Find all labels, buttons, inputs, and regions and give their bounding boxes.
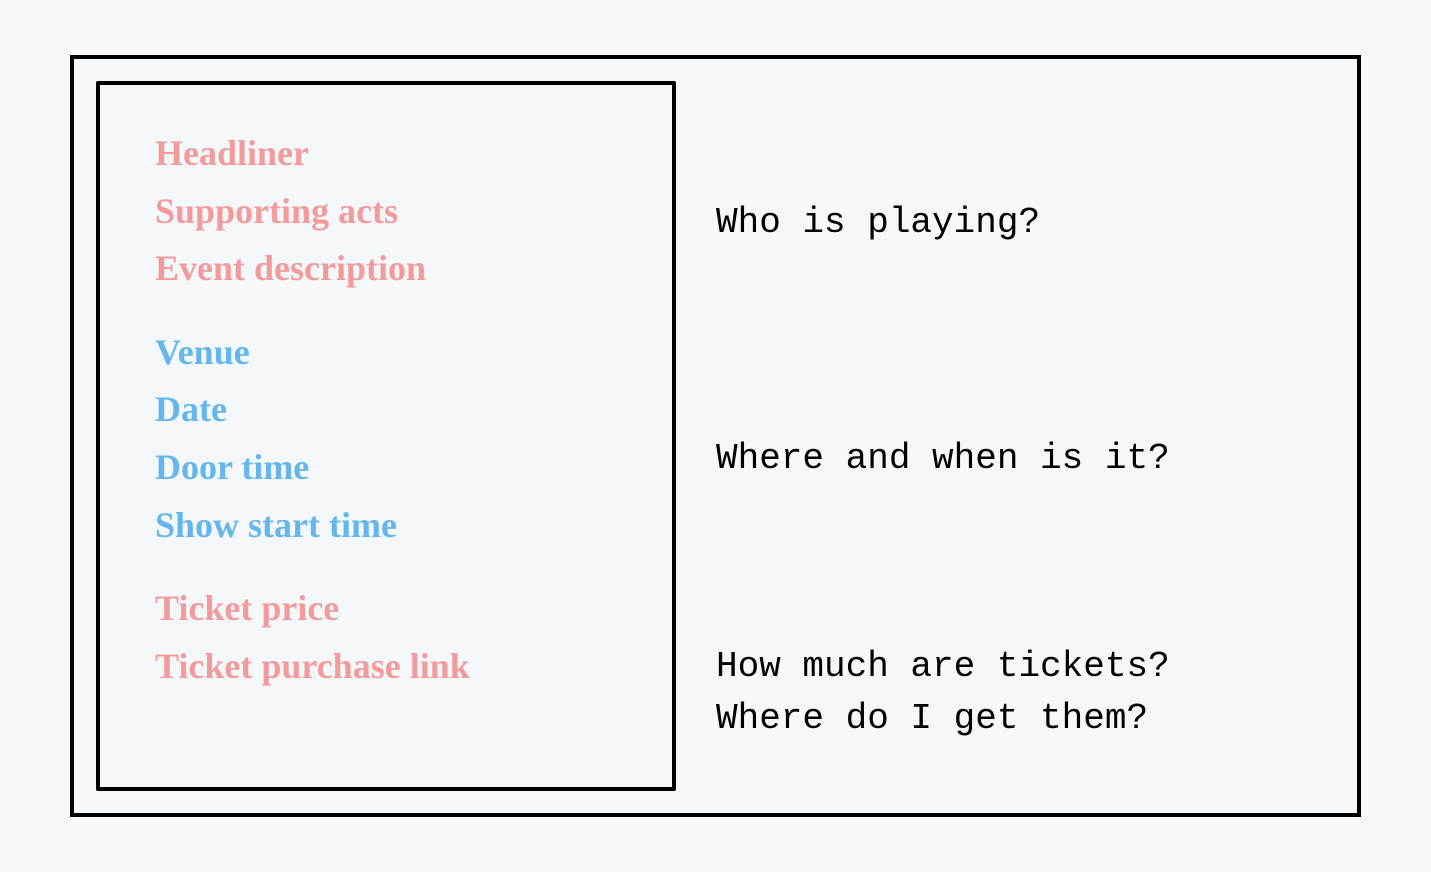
question-where-when: Where and when is it? (716, 433, 1170, 485)
field-door-time: Door time (155, 439, 632, 497)
field-show-start-time: Show start time (155, 497, 632, 555)
field-group-tickets: Ticket price Ticket purchase link (155, 580, 632, 695)
question-tickets-line2: Where do I get them? (716, 693, 1170, 745)
field-ticket-price: Ticket price (155, 580, 632, 638)
field-group-where-when: Venue Date Door time Show start time (155, 324, 632, 554)
question-tickets: How much are tickets? Where do I get the… (716, 641, 1170, 745)
field-date: Date (155, 381, 632, 439)
diagram-container: Headliner Supporting acts Event descript… (70, 55, 1361, 817)
field-ticket-purchase-link: Ticket purchase link (155, 638, 632, 696)
field-group-who: Headliner Supporting acts Event descript… (155, 125, 632, 298)
fields-panel: Headliner Supporting acts Event descript… (96, 81, 676, 791)
question-who: Who is playing? (716, 197, 1040, 249)
question-tickets-line1: How much are tickets? (716, 641, 1170, 693)
field-headliner: Headliner (155, 125, 632, 183)
questions-panel: Who is playing? Where and when is it? Ho… (676, 81, 1357, 791)
field-supporting-acts: Supporting acts (155, 183, 632, 241)
field-venue: Venue (155, 324, 632, 382)
field-event-description: Event description (155, 240, 632, 298)
